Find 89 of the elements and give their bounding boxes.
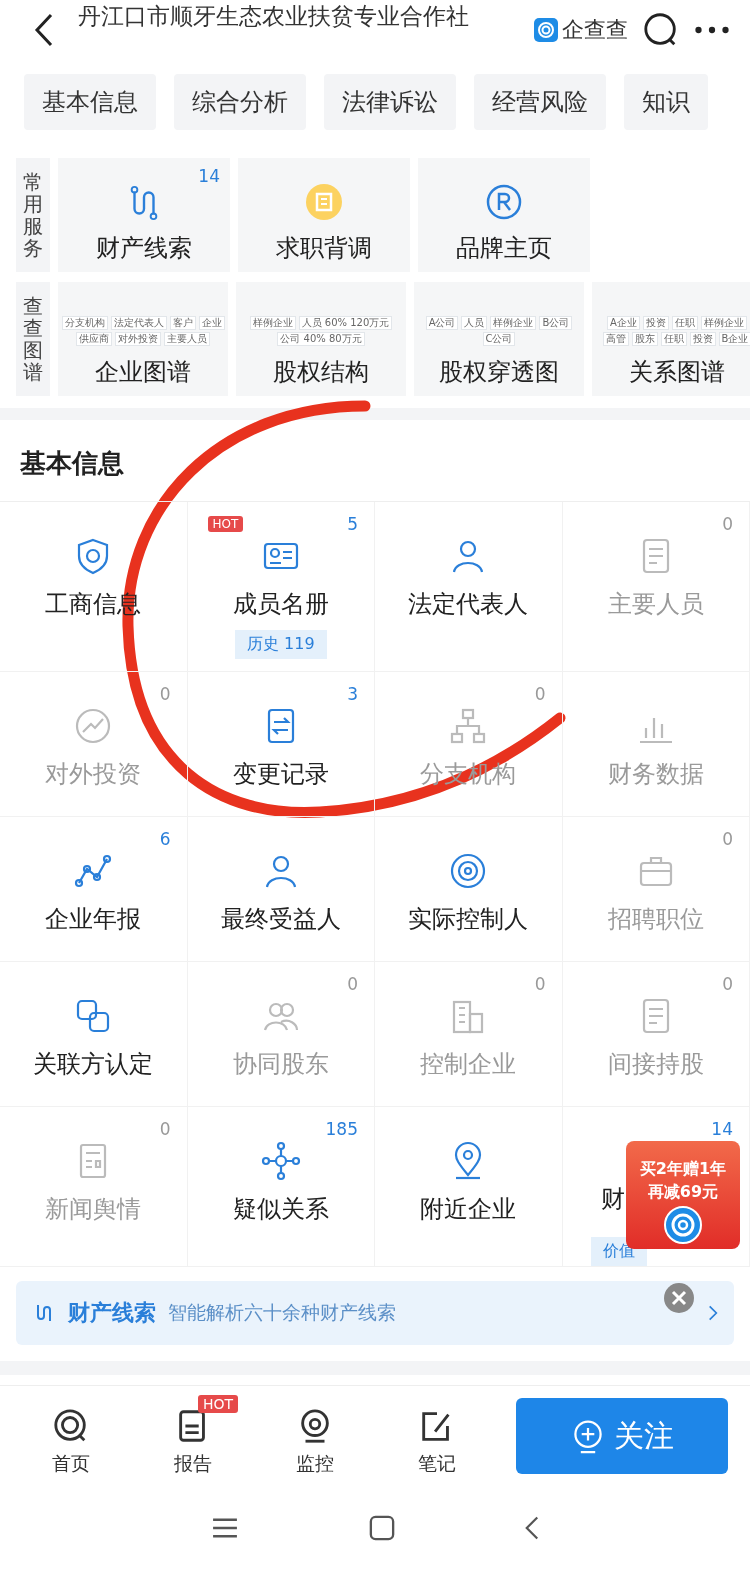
nav-tab[interactable]: HOT 报告 [132,1395,254,1477]
menu-icon[interactable] [211,1517,239,1539]
section-label: 查查图谱 [16,282,50,396]
diagram-label: A公司 [425,316,459,330]
feature-tile[interactable]: HOT 5 成员名册 历史 119 [187,502,375,672]
diagram-label: 人员 60% 120万元 [298,316,393,330]
hot-badge: HOT [207,516,244,532]
count-label: 6 [159,829,171,849]
category-tab[interactable]: 法律诉讼 [324,74,456,130]
banner-text: 智能解析六十余种财产线索 [168,1300,397,1325]
count-label: 5 [347,514,358,534]
diagram-label: 样例企业 [249,316,296,330]
count-label: 0 [347,974,358,994]
diagram-label: 投资 [642,316,669,330]
back-icon[interactable] [525,1515,539,1541]
diagram-label: 供应商 [76,332,112,346]
brand-name: 企查查 [562,16,628,44]
banner-title: 财产线索 [68,1299,156,1327]
feature-tile[interactable]: 附近企业 [375,1107,563,1267]
more-icon[interactable] [694,25,730,35]
section-label: 常用服务 [16,158,50,272]
count-label: 0 [534,974,546,994]
nav-tab[interactable]: 监控 [254,1395,376,1477]
category-tab[interactable]: 知识 [624,74,708,130]
diagram-label: 对外投资 [115,332,161,346]
logo-icon [534,18,558,42]
graph-tile[interactable]: 样例企业 人员 60% 120万元 公司 40% 80万元 股权结构 [236,282,406,396]
count-label: 0 [722,514,733,534]
count-label: 14 [711,1119,733,1139]
info-banner[interactable]: 财产线索 智能解析六十余种财产线索 [16,1281,734,1345]
category-tab[interactable]: 基本信息 [24,74,156,130]
back-icon[interactable] [34,13,54,47]
graph-tile[interactable]: A企业 投资 任职 样例企业 高管 股东 任职 投资 B企业 关系图谱 [592,282,750,396]
close-icon[interactable] [664,1283,694,1313]
feature-tile[interactable]: 3 变更记录 [187,672,375,817]
feature-tile[interactable]: 关联方认定 [0,962,188,1107]
hub-icon [260,1141,301,1181]
nav-tab[interactable]: 首页 [10,1395,132,1477]
service-tile[interactable]: 14 财产线索 [58,158,230,272]
diagram-label: 任职 [671,316,698,330]
diagram-label: 任职 [660,332,687,346]
service-tile[interactable]: 求职背调 [238,158,410,272]
count-label: 0 [722,974,733,994]
feature-tile[interactable]: 6 企业年报 [0,817,188,962]
count-label: 3 [347,684,358,704]
hot-badge: HOT [198,1395,239,1413]
page-title: 丹江口市顺牙生态农业扶贫专业合作社 [78,3,470,31]
diagram-label: B企业 [718,332,750,346]
count-label: 0 [159,1119,171,1139]
graph-tile[interactable]: 分支机构 法定代表人 客户 企业 供应商 对外投资 主要人员 企业图谱 [58,282,228,396]
graph-tile[interactable]: A公司 人员 样例企业 B公司 C公司 股权穿透图 [414,282,584,396]
section-title: 基本信息 [0,420,750,502]
registered-icon [484,182,524,222]
diagram-label: A企业 [607,316,640,330]
chevron-icon [708,1304,718,1322]
count-label: 0 [159,684,171,704]
category-tab[interactable]: 综合分析 [174,74,306,130]
diagram-label: 样例企业 [490,316,537,330]
diagram-label: 企业 [198,316,225,330]
diagram-label: 主要人员 [164,332,210,346]
home-icon[interactable] [369,1515,395,1541]
count-label: 0 [534,684,546,704]
follow-button[interactable]: 关注 [516,1398,728,1474]
service-tile[interactable]: 品牌主页 [418,158,590,272]
feature-tile[interactable]: 法定代表人 [375,502,563,672]
diagram-label: 公司 40% 80万元 [277,332,365,346]
feature-tile[interactable]: 最终受益人 [187,817,375,962]
promo-text: 买2年赠1年 [639,1159,727,1180]
diagram-label: 客户 [169,316,196,330]
count-label: 0 [722,829,733,849]
diagram-label: C公司 [482,332,516,346]
history-tag: 历史 119 [234,630,327,659]
feature-tile[interactable]: 185 疑似关系 [187,1107,375,1267]
diagram-label: 人员 [461,316,488,330]
diagram-label: B公司 [539,316,573,330]
diagram-label: 样例企业 [700,316,747,330]
logo-icon [663,1205,703,1245]
promo-text: 再减69元 [647,1182,719,1203]
count-label: 14 [198,166,220,186]
nav-tab[interactable]: 笔记 [376,1395,498,1477]
diagram-label: 分支机构 [61,316,108,330]
diagram-label: 股东 [631,332,658,346]
diagram-label: 法定代表人 [110,316,167,330]
diagram-label: 投资 [689,332,716,346]
count-label: 185 [325,1119,358,1139]
diagram-label: 高管 [602,332,629,346]
category-tab[interactable]: 经营风险 [474,74,606,130]
building-icon [304,182,344,222]
feature-tile[interactable]: 实际控制人 [375,817,563,962]
